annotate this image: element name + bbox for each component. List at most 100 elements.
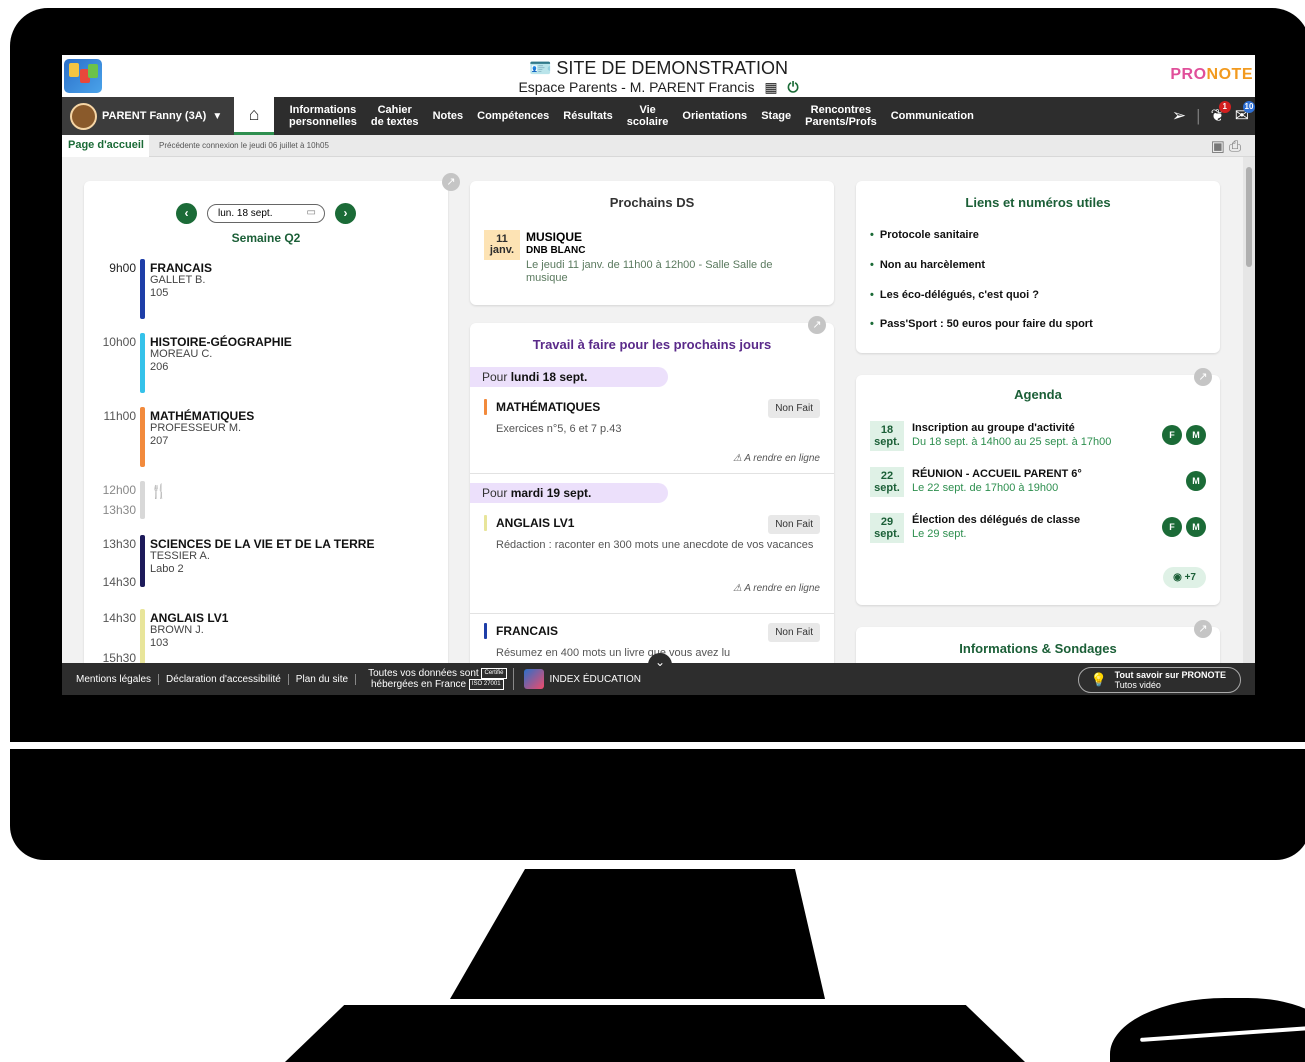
infos-card: Informations & Sondages	[856, 627, 1220, 663]
day-header: Pour lundi 18 sept.	[470, 367, 668, 387]
subject-color-bar	[484, 515, 487, 531]
dashboard: ↗ ‹ lun. 18 sept. ▭ › Semaine Q2 9h00 FR…	[62, 157, 1243, 663]
nav-item-resultats[interactable]: Résultats	[556, 110, 620, 122]
agenda-item[interactable]: 29 sept. Élection des délégués de classe …	[870, 513, 1206, 545]
save-icon[interactable]: ▣	[1211, 138, 1229, 155]
nav-actions: ➢ | ❦ 1 ✉ 10	[1172, 97, 1255, 135]
nav-item-rencontres[interactable]: Rencontres Parents/Profs	[798, 104, 884, 128]
expand-icon[interactable]: ↗	[808, 316, 826, 334]
subject-color-bar	[140, 333, 145, 393]
agenda-item[interactable]: 22 sept. RÉUNION - ACCUEIL PARENT 6° Le 2…	[870, 467, 1206, 499]
lightbulb-icon: 💡	[1090, 672, 1107, 687]
subject-color-bar	[140, 609, 145, 663]
week-label: Semaine Q2	[231, 231, 301, 245]
nav-item-competences[interactable]: Compétences	[470, 110, 556, 122]
member-pill: M	[1186, 471, 1206, 491]
site-title: 🪪 SITE DE DEMONSTRATION	[528, 58, 789, 78]
documents-button[interactable]: ✉ 10	[1235, 101, 1255, 126]
date-badge: 18 sept.	[870, 421, 904, 451]
footer-link-accessibilite[interactable]: Déclaration d'accessibilité	[159, 673, 289, 685]
prev-day-button[interactable]: ‹	[176, 203, 197, 224]
homework-card: Travail à faire pour les prochains jours…	[470, 323, 834, 663]
scrollbar-thumb[interactable]	[1246, 167, 1252, 267]
nav-item-cahier-textes[interactable]: Cahier de textes	[364, 104, 426, 128]
day-header: Pour mardi 19 sept.	[470, 483, 668, 503]
divider	[470, 613, 834, 614]
expand-icon[interactable]: ↗	[442, 173, 460, 191]
timetable-card: ↗ ‹ lun. 18 sept. ▭ › Semaine Q2 9h00 FR…	[84, 173, 460, 663]
homework-item[interactable]: ANGLAIS LV1 Non Fait Rédaction : raconte…	[484, 515, 820, 595]
expand-icon[interactable]: ↗	[1194, 368, 1212, 386]
qr-code-icon[interactable]: ▦	[764, 79, 777, 95]
link-item[interactable]: Pass'Sport : 50 euros pour faire du spor…	[870, 318, 1206, 330]
member-pill: M	[1186, 517, 1206, 537]
page-actions: ▣⎙	[1211, 137, 1245, 155]
nav-item-stage[interactable]: Stage	[754, 110, 798, 122]
next-day-button[interactable]: ›	[335, 203, 356, 224]
caret-down-icon: ▼	[212, 110, 223, 122]
status-badge[interactable]: Non Fait	[768, 399, 820, 418]
print-icon[interactable]: ⎙	[1229, 138, 1245, 155]
nav-item-communication[interactable]: Communication	[884, 110, 981, 122]
nav-item-infos-perso[interactable]: Informations personnelles	[282, 104, 364, 128]
hosting-info: Toutes vos données sont Certifié hébergé…	[362, 667, 514, 691]
scrollbar[interactable]	[1243, 157, 1255, 663]
nav-item-orientations[interactable]: Orientations	[675, 110, 754, 122]
cutlery-icon: 🍴	[150, 483, 168, 499]
discussions-button[interactable]: ❦ 1	[1211, 101, 1231, 126]
status-badge[interactable]: Non Fait	[768, 623, 820, 642]
footer-link-plan[interactable]: Plan du site	[289, 673, 357, 685]
expand-icon[interactable]: ↗	[1194, 620, 1212, 638]
subject-color-bar	[140, 259, 145, 319]
monitor-base	[285, 1005, 1025, 1062]
screen: 🪪 SITE DE DEMONSTRATION Espace Parents -…	[62, 55, 1255, 695]
link-item[interactable]: Protocole sanitaire	[870, 229, 1206, 241]
footer-link-mentions[interactable]: Mentions légales	[62, 673, 160, 685]
user-selector[interactable]: PARENT Fanny (3A) ▼	[62, 97, 234, 135]
power-icon[interactable]: ⏻	[787, 79, 798, 95]
sub-bar: Page d'accueil Précédente connexion le j…	[62, 134, 1255, 157]
send-icon[interactable]: ➢	[1172, 106, 1186, 126]
eye-icon: ◉	[1173, 572, 1182, 583]
link-item[interactable]: Les éco-délégués, c'est quoi ?	[870, 289, 1206, 301]
agenda-item[interactable]: 18 sept. Inscription au groupe d'activité…	[870, 421, 1206, 453]
family-pill: F	[1162, 517, 1182, 537]
date-picker[interactable]: lun. 18 sept. ▭	[207, 204, 325, 223]
avatar	[70, 102, 97, 130]
certification-badge: Certifié	[481, 667, 507, 679]
nav-item-notes[interactable]: Notes	[426, 110, 471, 122]
index-education-logo[interactable]	[523, 669, 544, 689]
monitor-bezel-line	[10, 742, 1305, 749]
subject-color-bar	[484, 623, 487, 639]
ds-date-badge: 11 janv.	[484, 230, 520, 260]
home-icon: ⌂	[248, 104, 260, 124]
iso-badge: ISO 27001	[468, 679, 504, 690]
show-more-button[interactable]: ◉ +7	[1163, 567, 1206, 588]
ds-card: Prochains DS 11 janv. MUSIQUE DNB BLANC …	[470, 181, 834, 305]
brand-logo: PRONOTE	[1170, 66, 1253, 83]
links-card: Liens et numéros utiles Protocole sanita…	[856, 181, 1220, 353]
footer: ⌄ Mentions légales Déclaration d'accessi…	[62, 653, 1255, 695]
home-tab[interactable]: ⌂	[234, 97, 274, 135]
id-card-icon: 🪪	[528, 58, 552, 78]
tab-page-accueil[interactable]: Page d'accueil	[62, 134, 149, 157]
subject-color-bar	[140, 535, 145, 587]
divider	[470, 473, 834, 474]
last-connection: Précédente connexion le jeudi 06 juillet…	[159, 141, 329, 150]
separator: |	[1196, 106, 1201, 125]
collapse-chevron-icon[interactable]: ⌄	[648, 653, 672, 673]
top-bar: 🪪 SITE DE DEMONSTRATION Espace Parents -…	[62, 55, 1255, 97]
subject-color-bar	[140, 407, 145, 467]
member-pill: M	[1186, 425, 1206, 445]
agenda-card: Agenda 18 sept. Inscription au groupe d'a…	[856, 375, 1220, 605]
homework-item[interactable]: MATHÉMATIQUES Non Fait Exercices n°5, 6 …	[484, 399, 820, 469]
link-item[interactable]: Non au harcèlement	[870, 259, 1206, 271]
date-badge: 22 sept.	[870, 467, 904, 497]
monitor-stand	[450, 869, 825, 999]
status-badge[interactable]: Non Fait	[768, 515, 820, 534]
index-education-label[interactable]: INDEX ÉDUCATION	[550, 674, 642, 685]
nav-item-vie-scolaire[interactable]: Vie scolaire	[620, 104, 676, 128]
main-nav: PARENT Fanny (3A) ▼ ⌂ Informations perso…	[62, 97, 1255, 135]
help-button[interactable]: 💡 Tout savoir sur PRONOTE Tutos vidéo	[1077, 667, 1241, 693]
date-navigator: ‹ lun. 18 sept. ▭ ›	[84, 203, 448, 224]
